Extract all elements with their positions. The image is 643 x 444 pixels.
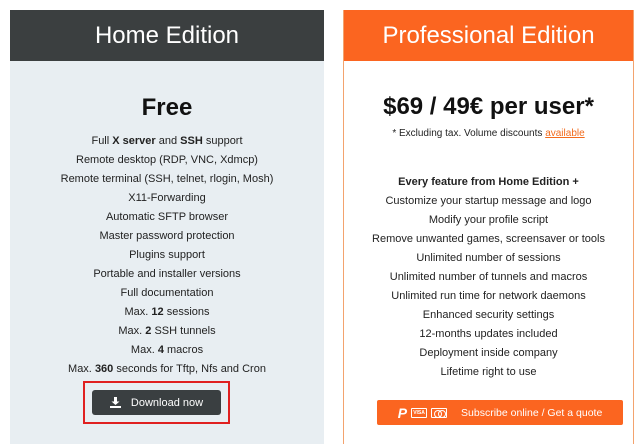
home-feature-text: support (202, 135, 243, 147)
home-feature-item: Full documentation (10, 284, 324, 303)
paypal-icon: P (397, 404, 408, 421)
home-feature-text: Max. (68, 363, 95, 375)
pro-feature-item: Remove unwanted games, screensaver or to… (372, 233, 605, 245)
home-feature-item: Automatic SFTP browser (10, 208, 324, 227)
download-now-button[interactable]: Download now (92, 390, 221, 415)
pro-feature-list: Every feature from Home Edition + Custom… (344, 173, 633, 382)
pro-feature-item: Deployment inside company (419, 347, 558, 359)
home-feature-text: SSH tunnels (151, 325, 216, 337)
home-feature-item: X11-Forwarding (10, 189, 324, 208)
home-feature-text: sessions (163, 306, 210, 318)
home-feature-text: Max. (130, 344, 158, 356)
home-feature-text: SSH (180, 135, 203, 147)
home-feature-text: Remote terminal (SSH, telnet, rlogin, Mo… (60, 173, 274, 185)
home-feature-text: X11-Forwarding (128, 192, 206, 204)
home-feature-item: Max. 2 SSH tunnels (10, 322, 324, 341)
home-feature-text: and (155, 135, 181, 147)
home-feature-item: Full X server and SSH support (10, 132, 324, 151)
home-feature-item: Max. 360 seconds for Tftp, Nfs and Cron (10, 360, 324, 379)
download-now-label: Download now (130, 396, 204, 409)
home-feature-item: Remote terminal (SSH, telnet, rlogin, Mo… (10, 170, 324, 189)
home-feature-text: Automatic SFTP browser (105, 211, 229, 223)
home-feature-text: 360 (94, 363, 114, 375)
home-feature-text: macros (163, 344, 204, 356)
home-feature-text: seconds for Tftp, Nfs and Cron (113, 363, 266, 375)
pro-feature-headline: Every feature from Home Edition + (398, 176, 579, 188)
home-feature-list: Full X server and SSH support Remote desk… (10, 132, 324, 379)
home-feature-text: Master password protection (99, 230, 235, 242)
mastercard-icon (431, 407, 448, 418)
home-feature-item: Remote desktop (RDP, VNC, Xdmcp) (10, 151, 324, 170)
pro-feature-item: 12-months updates included (419, 328, 558, 340)
pro-feature-item: Enhanced security settings (422, 309, 555, 321)
tax-note-text: * Excluding tax. Volume discounts (392, 128, 546, 139)
professional-edition-title: Professional Edition (344, 10, 633, 61)
pro-feature-item: Unlimited run time for network daemons (391, 290, 586, 302)
home-feature-item: Max. 4 macros (10, 341, 324, 360)
professional-edition-card: Professional Edition $69 / 49€ per user*… (343, 10, 634, 444)
pro-feature-item: Unlimited number of tunnels and macros (389, 271, 588, 283)
home-feature-text: Max. (124, 306, 152, 318)
pro-feature-item: Lifetime right to use (440, 366, 537, 378)
subscribe-button[interactable]: P VISA Subscribe online / Get a quote (377, 400, 623, 425)
home-feature-text: Portable and installer versions (93, 268, 241, 280)
home-feature-text: Plugins support (129, 249, 205, 261)
home-feature-text: Full documentation (120, 287, 214, 299)
home-feature-text: X server (112, 135, 156, 147)
home-edition-title: Home Edition (10, 10, 324, 61)
payment-icons: P VISA (397, 404, 448, 421)
home-feature-text: Full (91, 135, 113, 147)
home-feature-item: Plugins support (10, 246, 324, 265)
pro-feature-item: Unlimited number of sessions (416, 252, 561, 264)
subscribe-label: Subscribe online / Get a quote (461, 406, 603, 419)
home-edition-card: Home Edition Free Full X server and SSH … (10, 10, 324, 444)
visa-icon: VISA (411, 407, 428, 418)
home-feature-item: Max. 12 sessions (10, 303, 324, 322)
volume-discounts-link[interactable]: available (545, 128, 584, 139)
home-feature-text: Max. (118, 325, 146, 337)
professional-edition-price: $69 / 49€ per user* (383, 93, 594, 120)
pro-feature-item: Customize your startup message and logo (385, 195, 592, 207)
pro-feature-item: Modify your profile script (428, 214, 549, 226)
home-feature-text: Remote desktop (RDP, VNC, Xdmcp) (76, 154, 258, 166)
home-feature-item: Master password protection (10, 227, 324, 246)
home-feature-item: Portable and installer versions (10, 265, 324, 284)
home-feature-text: 12 (151, 306, 164, 318)
home-edition-price: Free (141, 94, 193, 121)
tax-note: * Excluding tax. Volume discounts availa… (344, 127, 633, 141)
download-icon (109, 397, 121, 408)
